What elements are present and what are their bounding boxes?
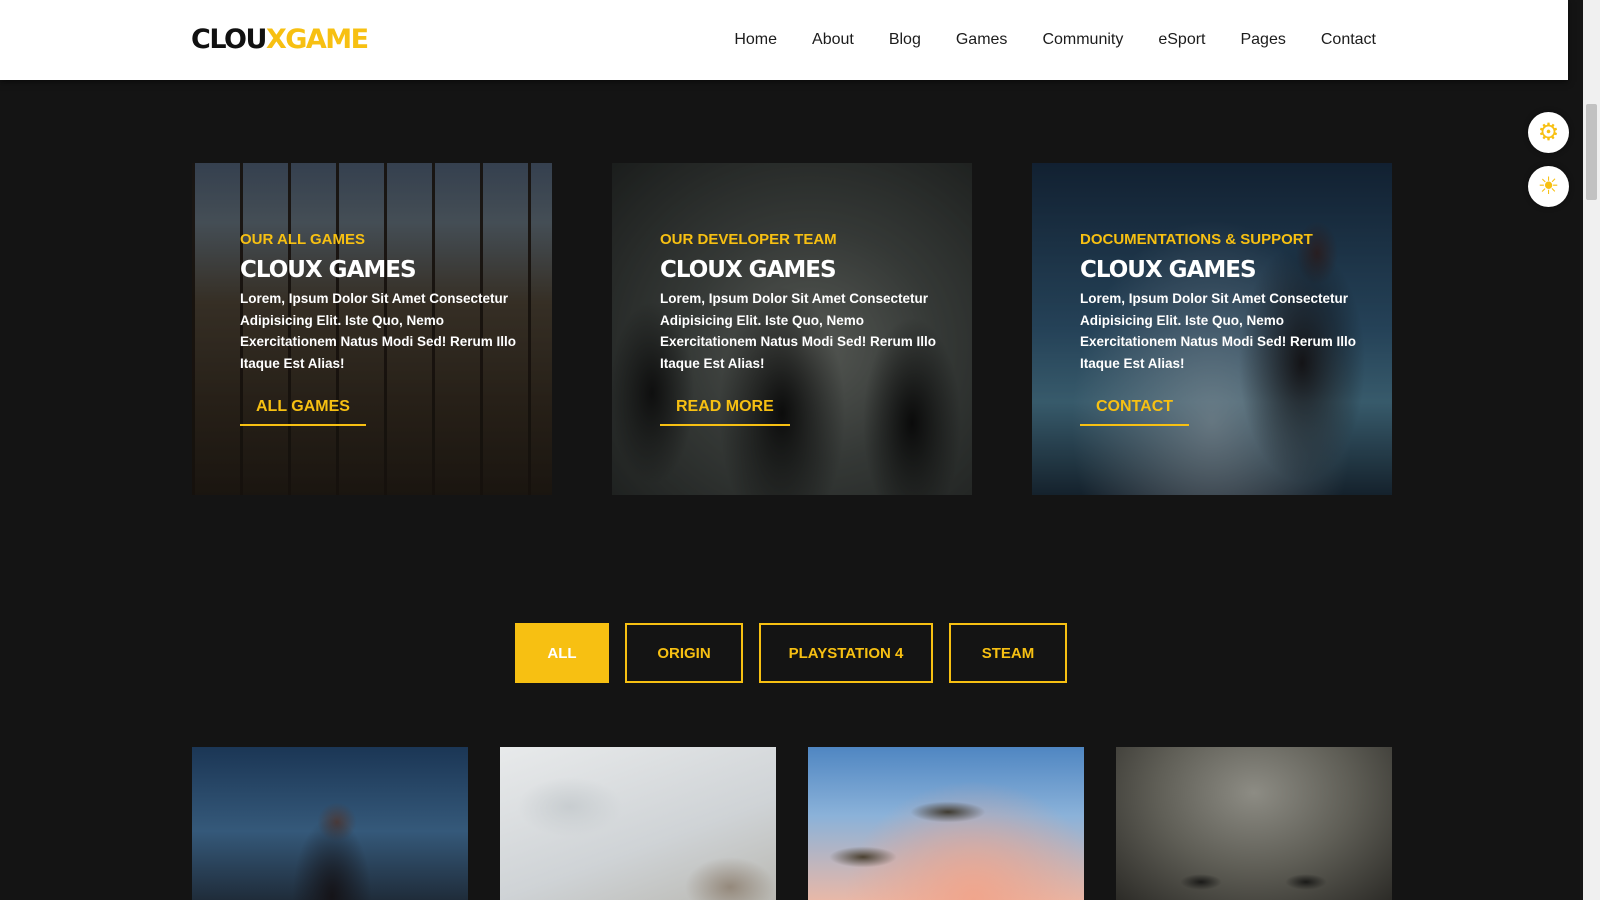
card-text: Lorem, Ipsum Dolor Sit Amet Consectetur …	[240, 291, 517, 371]
game-thumbnail[interactable]	[1116, 747, 1392, 900]
logo-part-1: CLOU	[191, 24, 267, 55]
contact-button[interactable]: CONTACT	[1080, 398, 1190, 426]
game-thumbnail[interactable]	[192, 747, 468, 900]
read-more-button[interactable]: READ MORE	[660, 398, 790, 426]
nav-games[interactable]: Games	[956, 31, 1008, 49]
nav-blog[interactable]: Blog	[889, 31, 921, 49]
filter-playstation-4-button[interactable]: PLAYSTATION 4	[759, 623, 933, 683]
filter-all-button[interactable]: ALL	[515, 623, 609, 683]
site-logo[interactable]: CLOUXGAME	[191, 22, 369, 58]
nav-pages[interactable]: Pages	[1240, 31, 1285, 49]
scrollbar-thumb[interactable]	[1586, 104, 1597, 200]
card-text: Lorem, Ipsum Dolor Sit Amet Consectetur …	[1080, 291, 1357, 371]
logo-part-2: XGAME	[265, 24, 369, 55]
gear-icon: ⚙	[1537, 118, 1560, 146]
card-eyebrow: OUR ALL GAMES	[240, 231, 366, 248]
nav-home[interactable]: Home	[734, 31, 777, 49]
main-nav: Home About Blog Games Community eSport P…	[734, 0, 1376, 80]
card-eyebrow: OUR DEVELOPER TEAM	[660, 231, 837, 248]
game-thumbnail[interactable]	[500, 747, 776, 900]
sun-icon: ☀	[1537, 172, 1560, 200]
page-scrollbar[interactable]	[1583, 0, 1600, 900]
feature-card-documentation: DOCUMENTATIONS & SUPPORT CLOUX GAMES Lor…	[1032, 163, 1392, 495]
feature-card-all-games: OUR ALL GAMES CLOUX GAMES Lorem, Ipsum D…	[192, 163, 552, 495]
game-filter-tabs: ALL ORIGIN PLAYSTATION 4 STEAM	[515, 623, 1067, 683]
all-games-button[interactable]: ALL GAMES	[240, 398, 366, 426]
nav-about[interactable]: About	[812, 31, 854, 49]
card-text: Lorem, Ipsum Dolor Sit Amet Consectetur …	[660, 291, 937, 371]
theme-toggle-button[interactable]: ☀	[1528, 166, 1569, 207]
feature-card-developer-team: OUR DEVELOPER TEAM CLOUX GAMES Lorem, Ip…	[612, 163, 972, 495]
card-title: CLOUX GAMES	[1080, 257, 1257, 283]
card-title: CLOUX GAMES	[240, 257, 417, 283]
filter-origin-button[interactable]: ORIGIN	[625, 623, 743, 683]
filter-steam-button[interactable]: STEAM	[949, 623, 1067, 683]
settings-button[interactable]: ⚙	[1528, 112, 1569, 153]
game-thumbnail[interactable]	[808, 747, 1084, 900]
navbar: CLOUXGAME Home About Blog Games Communit…	[0, 0, 1568, 80]
nav-community[interactable]: Community	[1042, 31, 1123, 49]
card-title: CLOUX GAMES	[660, 257, 837, 283]
nav-esport[interactable]: eSport	[1158, 31, 1205, 49]
nav-contact[interactable]: Contact	[1321, 31, 1376, 49]
card-eyebrow: DOCUMENTATIONS & SUPPORT	[1080, 231, 1313, 248]
